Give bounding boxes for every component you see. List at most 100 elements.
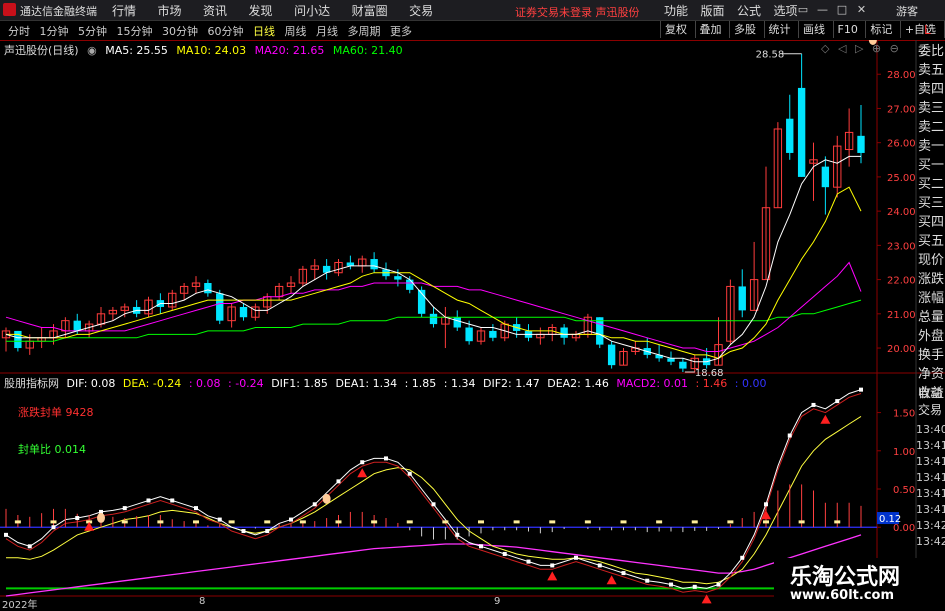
field-volume: 总量 bbox=[918, 310, 945, 325]
tab-timeshare[interactable]: 分时 bbox=[8, 23, 30, 39]
menu-item-news[interactable]: 资讯 bbox=[203, 2, 227, 19]
zoom-out-icon[interactable]: ⊖ bbox=[890, 42, 899, 55]
candle-body bbox=[738, 286, 746, 311]
sub-dot bbox=[621, 571, 626, 576]
sub-dot bbox=[51, 525, 56, 530]
tick-times: 13:40 13:41 13:41 13:41 13:41 13:41 13:4… bbox=[916, 422, 945, 550]
dea-label: DEA: -0.24 bbox=[122, 377, 182, 390]
menu-item-layout[interactable]: 版面 bbox=[701, 2, 725, 19]
ma60-label: MA60: 21.40 bbox=[332, 44, 403, 57]
tool-multi-stock[interactable]: 多股 bbox=[729, 21, 760, 38]
sub-dot bbox=[146, 498, 151, 503]
menu-item-market[interactable]: 市场 bbox=[158, 2, 182, 19]
restore-icon[interactable]: ▭ bbox=[795, 3, 811, 16]
sub-dot bbox=[4, 532, 8, 537]
tab-weekly[interactable]: 周线 bbox=[285, 23, 307, 39]
tool-add-watchlist[interactable]: +自选 bbox=[899, 21, 940, 38]
dea2-label: DEA2: 1.46 bbox=[547, 377, 609, 390]
sub-dot bbox=[336, 479, 341, 484]
sub-zero-marker bbox=[50, 520, 57, 524]
zoom-in-icon[interactable]: ⊕ bbox=[872, 42, 881, 55]
sub-zero-marker bbox=[193, 520, 199, 524]
tab-monthly[interactable]: 月线 bbox=[316, 23, 338, 39]
candle-body bbox=[596, 317, 604, 345]
app-title: 通达信金融终端 bbox=[20, 5, 97, 18]
menu-item-wealth[interactable]: 财富圈 bbox=[352, 2, 388, 19]
menu-item-trade[interactable]: 交易 bbox=[409, 2, 433, 19]
sub-yellow-line bbox=[6, 415, 862, 585]
sub-zero-marker bbox=[798, 520, 805, 524]
sub-dot bbox=[360, 460, 365, 465]
sub-zero-marker bbox=[228, 520, 235, 524]
sub-zero-marker bbox=[264, 520, 271, 524]
watermark-url: www.60lt.com bbox=[790, 588, 895, 603]
sub-dot bbox=[384, 456, 388, 461]
maximize-icon[interactable]: □ bbox=[834, 3, 850, 16]
prev-icon[interactable]: ◁ bbox=[838, 42, 846, 55]
minimize-icon[interactable]: — bbox=[815, 3, 831, 16]
tab-multi-period[interactable]: 多周期 bbox=[348, 23, 381, 39]
y-tick-label: 21.00 bbox=[887, 310, 916, 321]
sub-zero-marker bbox=[620, 520, 627, 524]
sub-zero-marker bbox=[406, 520, 413, 524]
guest-user[interactable]: 游客 bbox=[896, 3, 918, 19]
menu-item-options[interactable]: 选项 bbox=[774, 2, 798, 19]
x-axis-month-8: 8 bbox=[199, 596, 206, 607]
tab-15min[interactable]: 15分钟 bbox=[117, 23, 153, 39]
tab-5min[interactable]: 5分钟 bbox=[78, 23, 107, 39]
tab-60min[interactable]: 60分钟 bbox=[208, 23, 244, 39]
tool-adjust[interactable]: 复权 bbox=[660, 21, 691, 38]
tool-overlay[interactable]: 叠加 bbox=[694, 21, 726, 38]
level-indicator[interactable]: L bbox=[924, 23, 931, 37]
sub-dot bbox=[597, 563, 602, 568]
title-bar: 通达信金融终端 行情 市场 资讯 发现 问小达 财富圈 交易 证券交易未登录 声… bbox=[0, 0, 945, 21]
next-icon[interactable]: ▷ bbox=[855, 42, 863, 55]
stock-name: 声迅股份(日线) bbox=[4, 44, 79, 57]
diamond-icon[interactable]: ◇ bbox=[821, 42, 829, 55]
tick-time: 13:41 bbox=[916, 503, 945, 516]
buy-signal-triangle bbox=[606, 575, 617, 585]
sub-zero-marker bbox=[584, 520, 591, 524]
kline-chart[interactable]: 20.00 21.00 22.00 23.00 24.00 25.00 26.00 27.00… bbox=[0, 40, 945, 609]
legend-toggle-icon[interactable]: ◉ bbox=[87, 44, 97, 57]
menu-item-quotes[interactable]: 行情 bbox=[112, 2, 136, 19]
field-sell3: 卖三 bbox=[918, 101, 945, 116]
quote-field-list: 委比 卖五 卖四 卖三 卖二 卖一 买一 买二 买三 买四 买五 现价 涨跌 涨… bbox=[918, 42, 945, 403]
tab-1min[interactable]: 1分钟 bbox=[40, 23, 69, 39]
y-tick-label: 24.00 bbox=[887, 207, 916, 218]
chart-controls: ◇ ◁ ▷ ⊕ ⊖ bbox=[816, 42, 899, 55]
sub-dot bbox=[170, 498, 175, 503]
login-warning[interactable]: 证券交易未登录 声迅股份 bbox=[515, 4, 640, 20]
sub-zero-marker bbox=[656, 520, 663, 524]
ma20-label: MA20: 21.65 bbox=[254, 44, 325, 57]
auto-trade[interactable]: 自动 bbox=[918, 385, 945, 402]
tab-30min[interactable]: 30分钟 bbox=[162, 23, 198, 39]
trade-panel: 自动 交易 bbox=[918, 385, 945, 419]
y-tick-label: 22.00 bbox=[887, 276, 916, 287]
sub-zero-marker bbox=[834, 520, 841, 524]
close-icon[interactable]: ✕ bbox=[854, 3, 870, 16]
indicator-name[interactable]: 股朋指标网 bbox=[4, 377, 59, 390]
menu-item-discover[interactable]: 发现 bbox=[249, 2, 273, 19]
chart-tools: 复权 叠加 多股 统计 画线 F10 标记 +自选 返回 bbox=[660, 21, 945, 40]
field-buy4: 买四 bbox=[918, 215, 945, 230]
sub-zero-marker bbox=[121, 520, 128, 524]
tool-statistics[interactable]: 统计 bbox=[763, 21, 795, 38]
menu-item-formula[interactable]: 公式 bbox=[737, 2, 761, 19]
candle-body bbox=[797, 87, 806, 177]
tab-more[interactable]: 更多 bbox=[390, 23, 412, 39]
trade-label[interactable]: 交易 bbox=[918, 402, 945, 419]
menu-item-functions[interactable]: 功能 bbox=[664, 2, 688, 19]
app-logo-icon bbox=[3, 3, 16, 16]
candle-body bbox=[821, 166, 830, 188]
candle-body bbox=[406, 279, 414, 290]
sub-zero-marker bbox=[157, 520, 164, 524]
tab-daily[interactable]: 日线 bbox=[253, 23, 275, 39]
tool-mark[interactable]: 标记 bbox=[865, 21, 896, 38]
tool-f10[interactable]: F10 bbox=[832, 21, 862, 38]
field-change-pct: 涨幅 bbox=[918, 291, 945, 306]
v1-label: : 0.08 bbox=[188, 377, 221, 390]
tool-draw[interactable]: 画线 bbox=[798, 21, 829, 38]
candle-body bbox=[14, 330, 22, 349]
menu-item-ask[interactable]: 问小达 bbox=[294, 2, 330, 19]
